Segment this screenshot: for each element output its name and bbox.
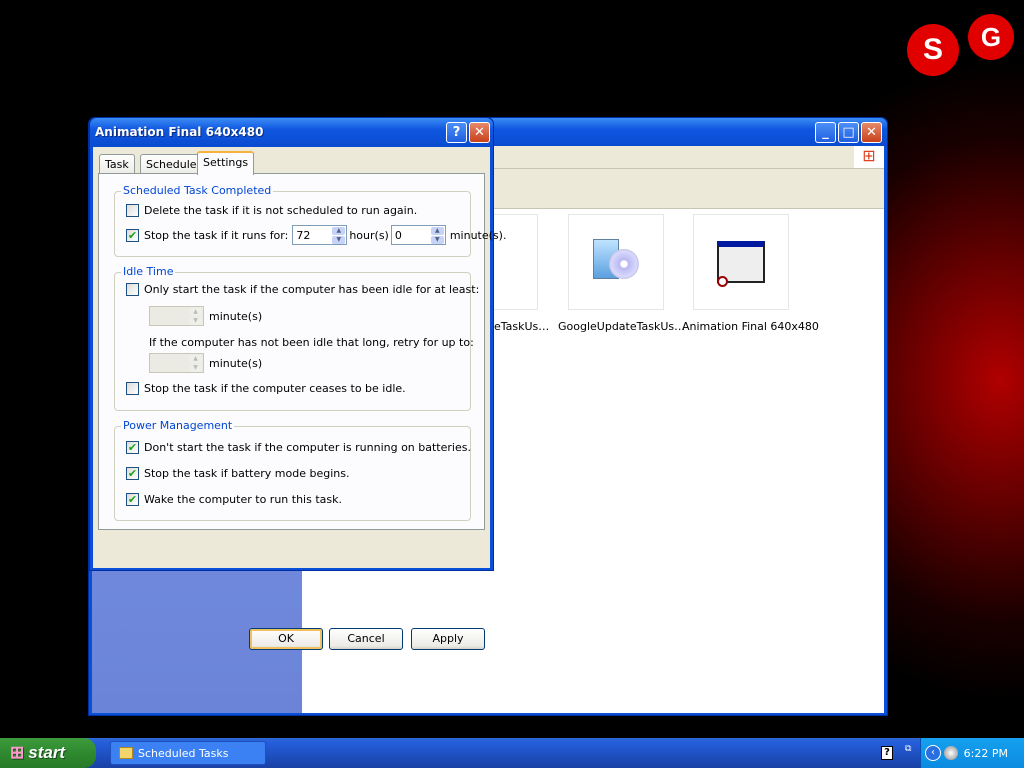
retry-minutes-unit: minute(s) — [209, 356, 263, 370]
down-arrow-icon: ▼ — [189, 364, 202, 372]
tab-label: Settings — [203, 156, 249, 169]
group-title: Idle Time — [121, 265, 176, 278]
clock-overlay-icon — [717, 276, 728, 287]
windows-flag-icon: ⊞ — [10, 743, 25, 762]
stop-task-checkbox[interactable]: ✔ — [126, 228, 139, 242]
tab-schedule[interactable]: Schedule — [140, 154, 203, 174]
wake-checkbox[interactable]: ✔ — [126, 493, 139, 506]
idle-minutes-stepper[interactable]: ▲ ▼ — [149, 306, 204, 326]
battery-mode-checkbox[interactable]: ✔ — [126, 467, 139, 480]
hours-input[interactable] — [293, 226, 332, 244]
group-idle-time: Idle Time Only start the task if the com… — [114, 265, 479, 411]
windows-logo-icon: ⊞ — [854, 146, 884, 168]
minutes-unit: minute(s). — [449, 228, 507, 242]
task-item-label: GoogleUpdateTaskUs… — [558, 320, 686, 333]
delete-task-label: Delete the task if it is not scheduled t… — [144, 204, 418, 217]
system-tray: ‹ 6:22 PM — [920, 738, 1024, 768]
task-item-label: eTaskUs… — [494, 320, 550, 333]
task-properties-dialog: Animation Final 640x480 ? ✕ Task Schedul… — [89, 117, 506, 650]
apply-button[interactable]: Apply — [411, 628, 485, 650]
task-item-label: Animation Final 640x480 — [682, 320, 819, 333]
down-arrow-icon[interactable]: ▼ — [332, 236, 346, 244]
group-title: Power Management — [121, 419, 235, 432]
minutes-stepper[interactable]: ▲▼ — [390, 225, 446, 245]
batteries-label: Don't start the task if the computer is … — [144, 441, 471, 454]
batteries-option[interactable]: ✔ Don't start the task if the computer is… — [126, 441, 471, 454]
tray-app-icon[interactable] — [944, 746, 958, 760]
down-arrow-icon: ▼ — [189, 317, 202, 325]
start-label: start — [28, 743, 66, 762]
taskbar-item-label: Scheduled Tasks — [138, 746, 229, 760]
network-tray-icon[interactable]: ⧉ — [905, 744, 911, 754]
taskbar-item-scheduled-tasks[interactable]: Scheduled Tasks — [110, 741, 266, 765]
up-arrow-icon: ▲ — [189, 308, 202, 316]
up-arrow-icon[interactable]: ▲ — [430, 227, 444, 235]
delete-task-checkbox[interactable] — [126, 204, 139, 217]
idle-only-checkbox[interactable] — [126, 283, 139, 296]
idle-stop-checkbox[interactable] — [126, 382, 139, 395]
idle-only-option[interactable]: Only start the task if the computer has … — [126, 283, 479, 296]
task-item[interactable] — [693, 214, 789, 310]
scheduled-tasks-folder-icon — [119, 747, 133, 759]
idle-minutes-row: ▲ ▼ minute(s) — [149, 306, 262, 326]
cd-icon — [609, 249, 639, 279]
tab-settings[interactable]: Settings — [197, 151, 255, 175]
battery-mode-option[interactable]: ✔ Stop the task if battery mode begins. — [126, 467, 349, 480]
tab-label: Task — [105, 158, 129, 171]
retry-label: If the computer has not been idle that l… — [149, 336, 474, 349]
battery-mode-label: Stop the task if battery mode begins. — [144, 467, 350, 480]
dialog-title-bar[interactable]: Animation Final 640x480 — [90, 118, 493, 147]
idle-minutes-unit: minute(s) — [209, 309, 263, 323]
maximize-button[interactable]: □ — [838, 122, 859, 143]
help-button[interactable]: ? — [446, 122, 467, 143]
stop-task-label: Stop the task if it runs for: — [144, 228, 289, 242]
start-button[interactable]: ⊞ start — [0, 738, 96, 768]
expand-tray-icon[interactable]: ‹ — [925, 745, 941, 761]
dialog-title: Animation Final 640x480 — [95, 125, 264, 139]
tab-label: Schedule — [146, 158, 197, 171]
help-tray-icon[interactable]: ? — [881, 746, 893, 760]
close-button[interactable]: ✕ — [861, 122, 882, 143]
group-scheduled-task-completed: Scheduled Task Completed Delete the task… — [114, 184, 506, 257]
retry-minutes-row: ▲ ▼ minute(s) — [149, 353, 262, 373]
desktop-logo-g: G — [968, 14, 1014, 60]
idle-stop-label: Stop the task if the computer ceases to … — [144, 382, 406, 395]
wake-option[interactable]: ✔ Wake the computer to run this task. — [126, 493, 342, 506]
close-button[interactable]: ✕ — [469, 122, 490, 143]
group-power-management: Power Management ✔ Don't start the task i… — [114, 419, 471, 521]
idle-minutes-input[interactable] — [150, 307, 188, 325]
cancel-button[interactable]: Cancel — [329, 628, 403, 650]
group-title: Scheduled Task Completed — [121, 184, 274, 197]
idle-only-label: Only start the task if the computer has … — [144, 283, 480, 296]
up-arrow-icon: ▲ — [189, 355, 202, 363]
idle-stop-option[interactable]: Stop the task if the computer ceases to … — [126, 382, 406, 395]
retry-minutes-input[interactable] — [150, 354, 188, 372]
desktop-logo-s: S — [907, 24, 959, 76]
tab-task[interactable]: Task — [99, 154, 135, 174]
hours-stepper[interactable]: ▲▼ — [292, 225, 348, 245]
batteries-checkbox[interactable]: ✔ — [126, 441, 139, 454]
retry-minutes-stepper[interactable]: ▲ ▼ — [149, 353, 204, 373]
ok-button[interactable]: OK — [249, 628, 323, 650]
up-arrow-icon[interactable]: ▲ — [332, 227, 346, 235]
minimize-button[interactable]: _ — [815, 122, 836, 143]
clock: 6:22 PM — [963, 746, 1008, 760]
delete-task-option[interactable]: Delete the task if it is not scheduled t… — [126, 204, 417, 217]
task-item[interactable] — [568, 214, 664, 310]
stop-task-option: ✔Stop the task if it runs for: ▲▼ hour(s… — [126, 225, 506, 245]
settings-panel: Scheduled Task Completed Delete the task… — [98, 173, 506, 530]
minutes-input[interactable] — [391, 226, 430, 244]
down-arrow-icon[interactable]: ▼ — [430, 236, 444, 244]
wake-label: Wake the computer to run this task. — [144, 493, 342, 506]
hours-unit: hour(s) — [349, 228, 389, 242]
